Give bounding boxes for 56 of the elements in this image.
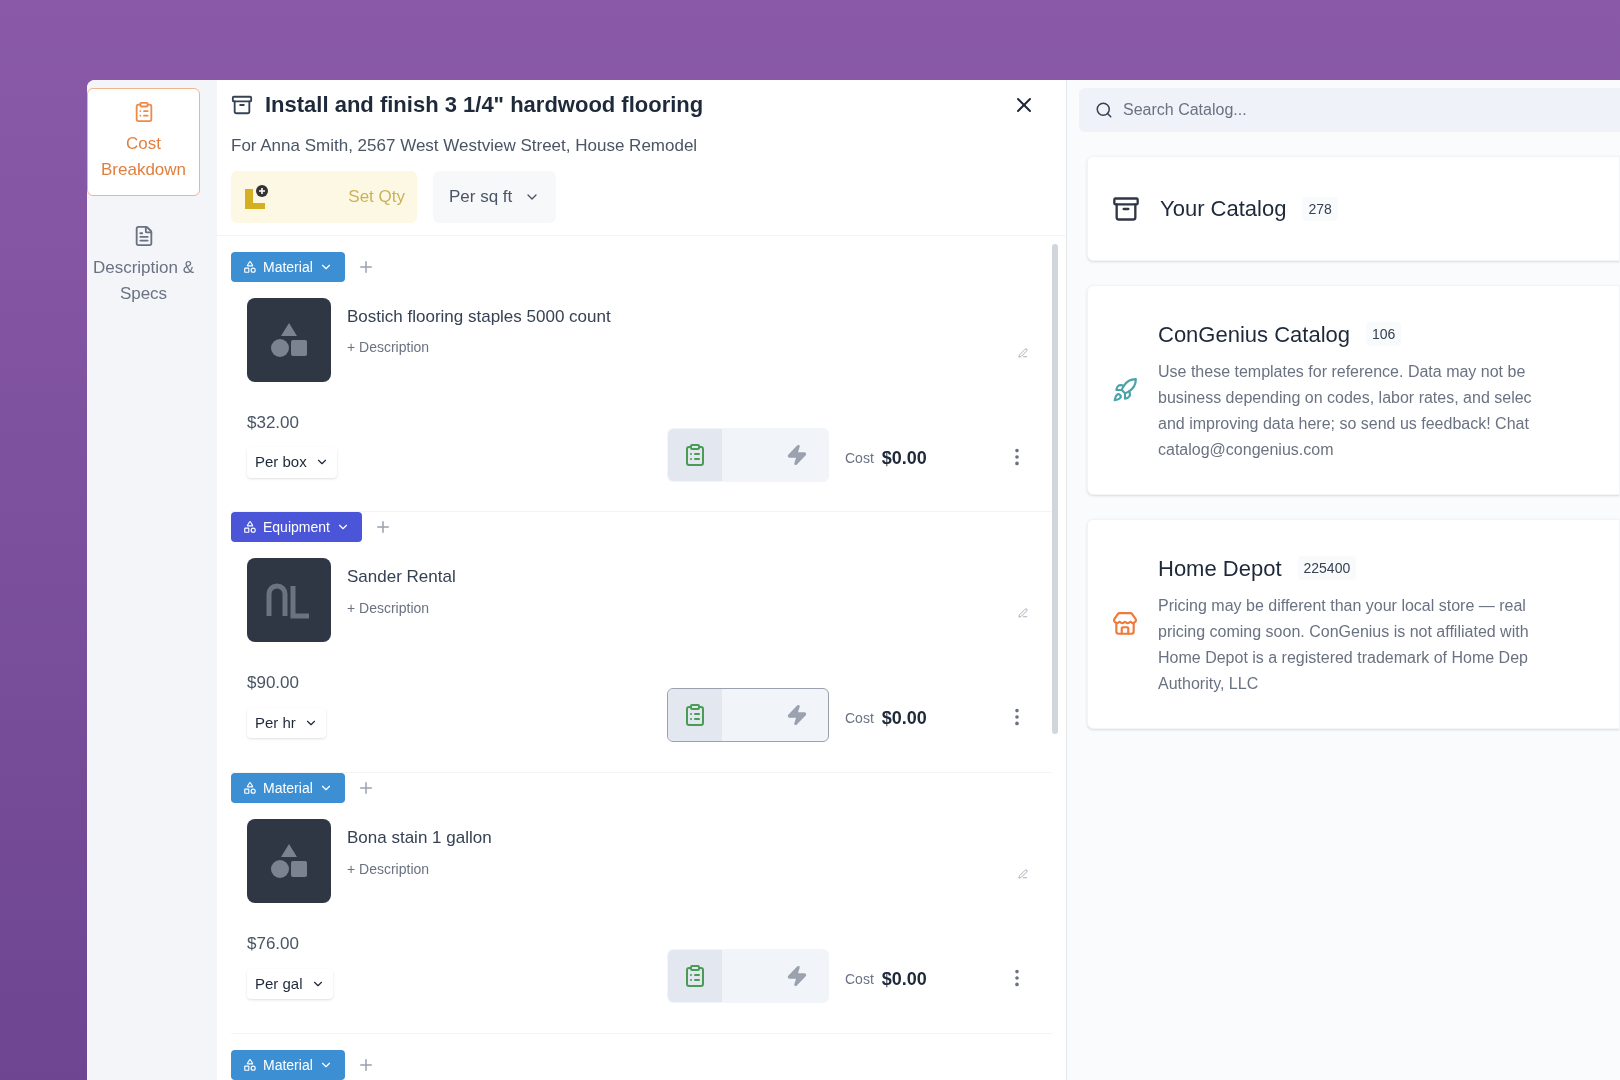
- unit-dropdown[interactable]: Per box: [247, 447, 337, 478]
- rocket-icon: [1112, 377, 1138, 403]
- cost-value: $0.00: [881, 968, 927, 992]
- cost-label: Cost: [845, 970, 874, 990]
- item-name: Sander Rental: [347, 566, 457, 589]
- sidebar-tab[interactable]: Description & Specs: [87, 212, 200, 320]
- catalog-box-icon: [1112, 194, 1140, 223]
- item-name: Bona stain 1 gallon: [347, 827, 493, 850]
- shapes-icon: [243, 1058, 257, 1072]
- catalog-name: ConGenius Catalog: [1158, 320, 1350, 349]
- task-title: Install and finish 3 1/4" hardwood flooring: [265, 91, 704, 119]
- count-badge: 278: [1302, 196, 1338, 221]
- category-dropdown[interactable]: Material: [231, 1050, 345, 1080]
- store-icon: [1112, 611, 1138, 637]
- pricing-toggle[interactable]: [667, 949, 829, 1004]
- shapes-icon: [269, 842, 309, 881]
- unit-dropdown[interactable]: Per sq ft: [433, 170, 557, 223]
- lightning-icon[interactable]: [786, 965, 808, 988]
- category-dropdown[interactable]: Material: [231, 773, 345, 804]
- shapes-icon: [243, 520, 257, 535]
- count-badge: 225400: [1297, 556, 1357, 580]
- unit-price: $76.00: [247, 933, 300, 956]
- category-dropdown[interactable]: Material: [231, 251, 345, 282]
- catalog-description: Pricing may be different than your local store — real pricing coming soon. ConGenius is not affiliated with Home Depot is a registered trademark of Home Dep Authority, LLC: [1158, 595, 1529, 694]
- item-name: Bostich flooring staples 5000 count: [347, 305, 612, 328]
- cost-value: $0.00: [881, 446, 927, 470]
- unit-price: $90.00: [247, 672, 300, 695]
- catalog-card[interactable]: Home Depot 225400 Pricing may be different than your local store — real pricing coming soon. ConGenius is not affiliated with Home Depot is a registered trademark of Home Dep Authority, LLC: [1087, 519, 1620, 729]
- unit-price: $32.00: [247, 411, 300, 434]
- pricing-toggle[interactable]: [667, 688, 829, 743]
- search-field[interactable]: Search Catalog...: [1079, 88, 1620, 132]
- catalog-card[interactable]: Your Catalog 278: [1087, 156, 1620, 261]
- count-badge: 106: [1366, 322, 1402, 346]
- unit-dropdown[interactable]: Per gal: [247, 968, 333, 1000]
- cost-label: Cost: [845, 448, 874, 468]
- unit-dropdown[interactable]: Per hr: [247, 707, 326, 739]
- search-icon: [1095, 101, 1113, 119]
- lightning-icon[interactable]: [786, 704, 808, 727]
- lightning-icon[interactable]: [786, 443, 808, 466]
- catalog-card[interactable]: ConGenius Catalog 106 Use these templates for reference. Data may not be business depending on codes, labor rates, and selec and improving data here; so send us feedback! Chat catalog@congenius.com: [1087, 285, 1620, 495]
- description-link[interactable]: + Description: [347, 858, 430, 879]
- catalog-name: Home Depot: [1158, 554, 1282, 583]
- shapes-icon: [243, 781, 257, 796]
- catalog-description: Use these templates for reference. Data may not be business depending on codes, labor rates, and selec and improving data here; so send us feedback! Chat catalog@congenius.com: [1158, 361, 1532, 460]
- sidebar-tab[interactable]: Cost Breakdown: [87, 88, 200, 196]
- scrollbar[interactable]: [1052, 243, 1058, 734]
- cost-label: Cost: [845, 709, 874, 729]
- cost-value: $0.00: [881, 707, 927, 731]
- shapes-icon: [243, 259, 257, 274]
- pricing-toggle[interactable]: [667, 427, 829, 482]
- description-link[interactable]: + Description: [347, 337, 430, 357]
- ruler-plus-icon: [243, 182, 271, 211]
- task-subtitle: For Anna Smith, 2567 West Westview Street, House Remodel: [231, 135, 699, 157]
- category-dropdown[interactable]: Equipment: [231, 512, 362, 543]
- description-link[interactable]: + Description: [347, 597, 430, 618]
- catalog-name: Your Catalog: [1160, 195, 1287, 223]
